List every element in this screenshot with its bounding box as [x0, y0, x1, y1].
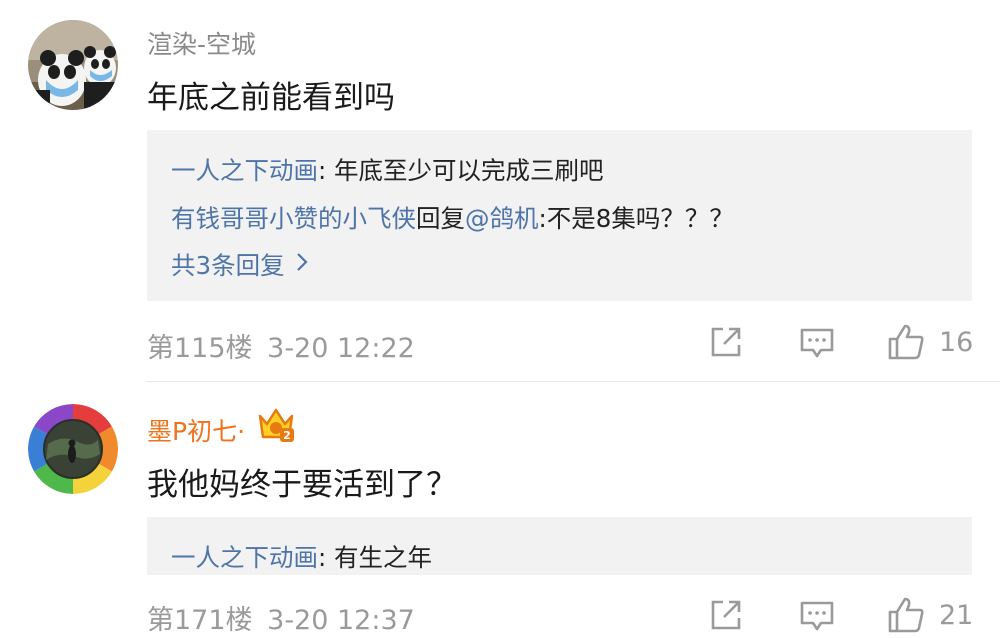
reply-text: 年底至少可以完成三刷吧 [334, 156, 604, 185]
like-button[interactable]: 21 [886, 595, 973, 635]
reply-text: 不是8集吗？？？ [546, 204, 734, 233]
share-button[interactable] [709, 325, 743, 359]
reply-to-label: 回复 [416, 204, 465, 233]
reply-item[interactable]: 一人之下动画: 年底至少可以完成三刷吧 [171, 152, 604, 187]
like-button[interactable]: 16 [886, 322, 973, 362]
reply-item[interactable]: 有钱哥哥小赞的小飞侠回复@鸽机:不是8集吗？？？ [171, 200, 734, 235]
floor-number: 第115楼 [147, 333, 253, 364]
comment-text: 年底之前能看到吗 [147, 80, 395, 116]
reply-author-link[interactable]: 有钱哥哥小赞的小飞侠 [171, 204, 416, 233]
more-replies-label: 共3条回复 [171, 251, 285, 280]
avatar[interactable] [28, 404, 118, 494]
like-icon [886, 595, 926, 635]
reply-separator: : [318, 156, 335, 185]
share-icon [709, 598, 743, 632]
share-button[interactable] [709, 598, 743, 632]
reply-button[interactable] [799, 325, 835, 361]
comment-icon [799, 598, 835, 634]
reply-separator: : [318, 543, 335, 572]
reply-separator: : [538, 204, 547, 233]
like-count: 21 [939, 599, 974, 631]
more-replies-link[interactable]: 共3条回复 [171, 247, 309, 282]
timestamp: 3-20 12:22 [267, 333, 415, 364]
comment-item: 渲染-空城 年底之前能看到吗 一人之下动画: 年底至少可以完成三刷吧 有钱哥哥小… [0, 0, 1000, 382]
badge-level: 2 [283, 429, 291, 442]
comment-meta: 第171楼 3-20 12:37 [147, 598, 415, 637]
reply-text: 有生之年 [334, 543, 433, 572]
like-count: 16 [939, 326, 974, 358]
reply-author-link[interactable]: 一人之下动画 [171, 156, 318, 185]
share-icon [709, 325, 743, 359]
like-icon [886, 322, 926, 362]
username[interactable]: 墨P初七· [147, 412, 245, 448]
reply-author-link[interactable]: 一人之下动画 [171, 543, 318, 572]
username[interactable]: 渲染-空城 [147, 25, 256, 61]
vip-crown-badge: 2 [256, 404, 296, 444]
floor-number: 第171楼 [147, 605, 253, 636]
reply-item[interactable]: 一人之下动画: 有生之年 [171, 539, 432, 574]
reply-preview-box[interactable]: 一人之下动画: 有生之年 [147, 517, 972, 575]
chevron-right-icon [295, 250, 309, 279]
comment-item: 墨P初七· 2 我他妈终于要活到了？ 一人之下动画: 有生之年 第171楼 3-… [0, 382, 1000, 638]
reply-button[interactable] [799, 598, 835, 634]
reply-preview-box[interactable]: 一人之下动画: 年底至少可以完成三刷吧 有钱哥哥小赞的小飞侠回复@鸽机:不是8集… [147, 130, 972, 301]
avatar[interactable] [28, 20, 118, 110]
comment-icon [799, 325, 835, 361]
timestamp: 3-20 12:37 [267, 605, 415, 636]
mention-link[interactable]: @鸽机 [465, 204, 539, 233]
comment-text: 我他妈终于要活到了？ [147, 467, 457, 503]
comment-meta: 第115楼 3-20 12:22 [147, 326, 415, 365]
